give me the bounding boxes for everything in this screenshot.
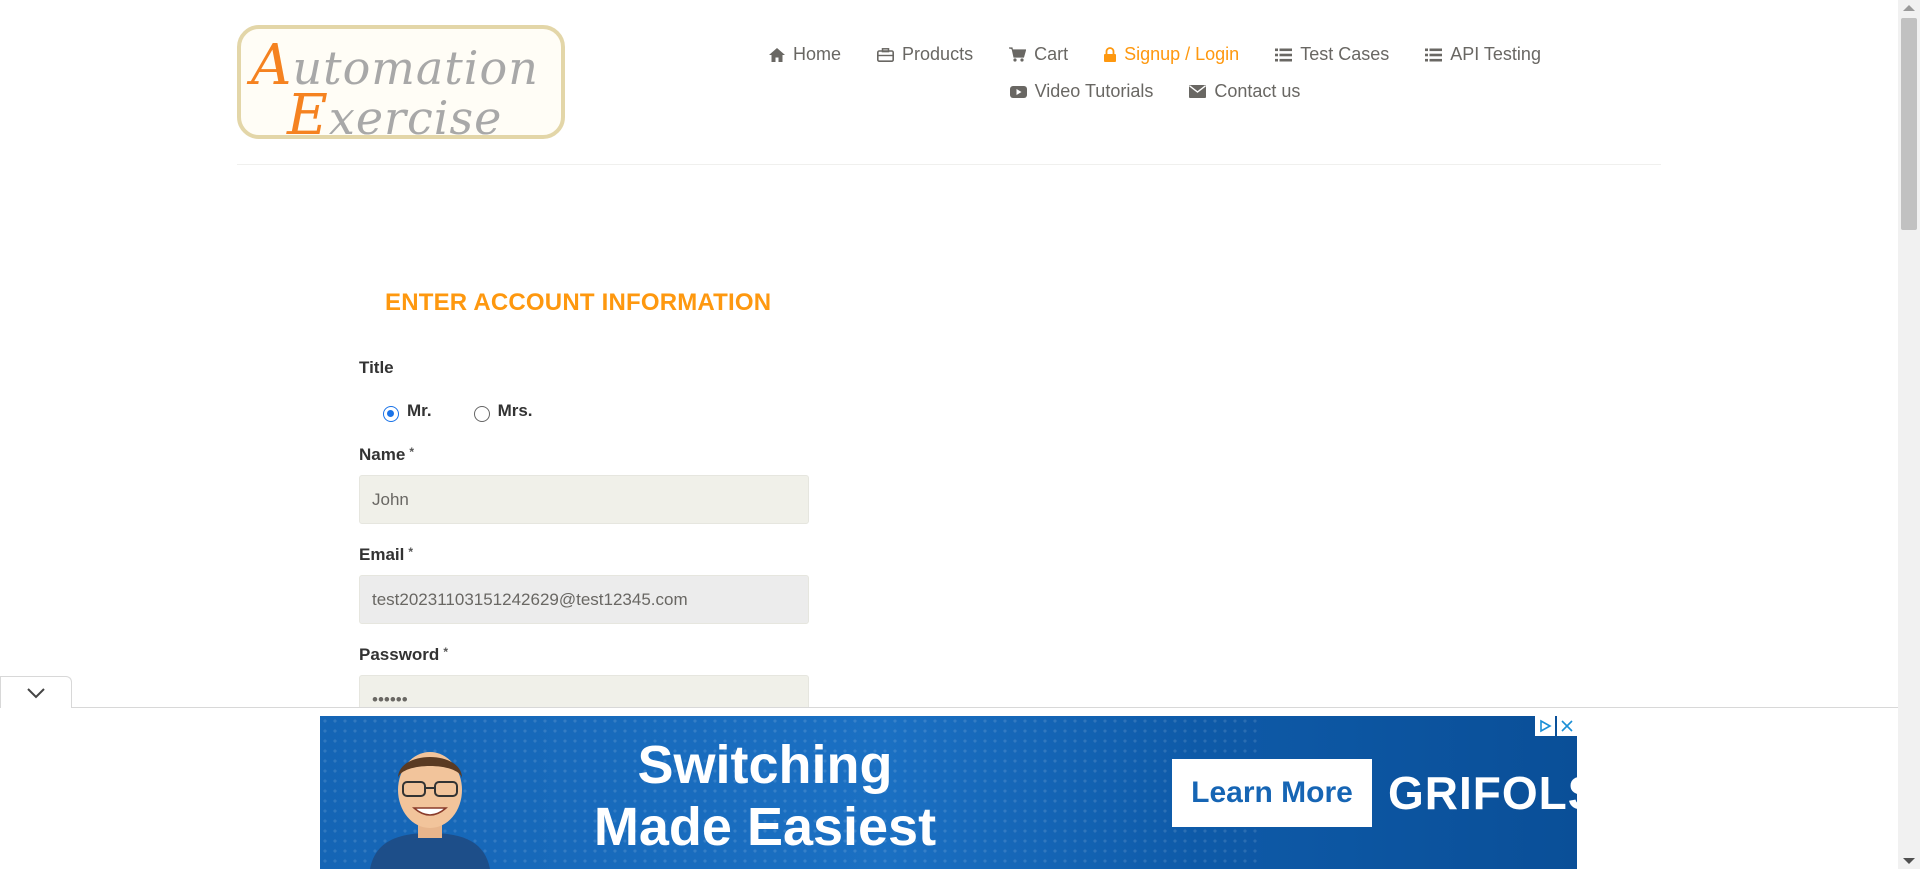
close-icon[interactable] <box>1557 716 1577 736</box>
nav-row-1: Home Products Cart Signup / Login Test C… <box>740 36 1570 73</box>
home-icon <box>769 47 786 62</box>
lock-icon <box>1104 47 1117 62</box>
logo-line-2: Exercise <box>287 83 503 148</box>
nav-contact-us[interactable]: Contact us <box>1171 81 1318 102</box>
page-scrollbar[interactable] <box>1898 0 1920 869</box>
youtube-play-icon <box>1009 85 1027 99</box>
main-nav: Home Products Cart Signup / Login Test C… <box>740 36 1570 110</box>
title-label: Title <box>359 358 394 377</box>
password-label: Password * <box>359 645 448 664</box>
envelope-icon <box>1189 85 1207 98</box>
radio-mr[interactable] <box>383 406 399 422</box>
ad-person-image <box>370 752 490 869</box>
name-field[interactable] <box>359 475 809 524</box>
cart-icon <box>1009 47 1027 62</box>
nav-contact-us-label: Contact us <box>1214 81 1301 101</box>
list-icon <box>1275 48 1293 62</box>
nav-video-tutorials[interactable]: Video Tutorials <box>992 81 1172 102</box>
nav-test-cases-label: Test Cases <box>1300 44 1390 64</box>
scrollbar-thumb[interactable] <box>1901 18 1917 230</box>
nav-home[interactable]: Home <box>751 44 859 65</box>
nav-api-testing[interactable]: API Testing <box>1407 44 1559 65</box>
nav-home-label: Home <box>793 44 842 64</box>
ad-headline: Switching Made Easiest <box>593 735 937 857</box>
radio-mrs[interactable] <box>473 406 490 422</box>
scroll-down-arrow-icon[interactable] <box>1903 858 1915 864</box>
nav-video-tutorials-label: Video Tutorials <box>1034 81 1154 101</box>
title-radio-group: Mr. Mrs. <box>383 400 533 422</box>
nav-row-2: Video Tutorials Contact us <box>740 73 1570 110</box>
ad-collapse-button[interactable] <box>0 676 72 708</box>
email-label: Email * <box>359 545 414 564</box>
nav-test-cases[interactable]: Test Cases <box>1257 44 1407 65</box>
chevron-down-icon <box>27 688 45 699</box>
email-field[interactable] <box>359 575 809 624</box>
adchoices-icon[interactable] <box>1535 716 1555 736</box>
nav-products-label: Products <box>902 44 974 64</box>
ad-banner[interactable]: Switching Made Easiest Learn More GRIFOL… <box>320 716 1577 869</box>
radio-mr-label[interactable]: Mr. <box>407 401 432 421</box>
ad-learn-more-button[interactable]: Learn More <box>1172 759 1372 827</box>
nav-signup-login-label: Signup / Login <box>1124 44 1240 64</box>
nav-api-testing-label: API Testing <box>1450 44 1541 64</box>
header-divider <box>237 164 1661 165</box>
list-icon <box>1425 48 1443 62</box>
scroll-up-arrow-icon[interactable] <box>1903 5 1915 11</box>
nav-cart[interactable]: Cart <box>991 44 1086 65</box>
nav-signup-login[interactable]: Signup / Login <box>1086 44 1257 65</box>
name-label: Name * <box>359 445 414 464</box>
nav-products[interactable]: Products <box>859 44 991 65</box>
form-heading: ENTER ACCOUNT INFORMATION <box>385 289 772 316</box>
ad-brand: GRIFOLS <box>1388 767 1577 819</box>
briefcase-icon <box>877 47 895 62</box>
nav-cart-label: Cart <box>1034 44 1069 64</box>
radio-mrs-label[interactable]: Mrs. <box>498 401 533 421</box>
site-logo[interactable]: Automation Exercise <box>237 25 565 148</box>
